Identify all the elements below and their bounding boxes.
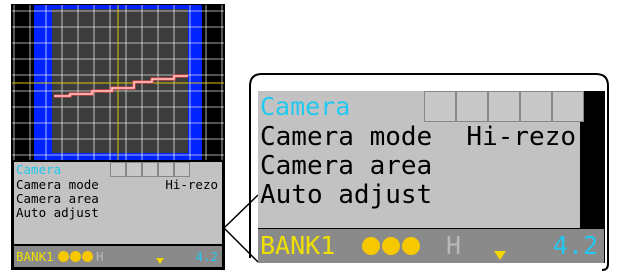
menu-item-label: Auto adjust [16, 205, 99, 220]
menu-item-label: Camera mode [260, 122, 433, 152]
menu-item-value: Hi-rezo [165, 177, 218, 192]
menu-item-label: Auto adjust [260, 180, 433, 210]
bank-label: BANK1 [16, 249, 54, 264]
tab-boxes [424, 91, 584, 122]
version-number: 4.2 [552, 231, 598, 260]
indicator-dots [58, 251, 94, 262]
menu-item-camera-area[interactable]: Camera area [258, 152, 580, 181]
menu-item-camera-area[interactable]: Camera area [14, 192, 222, 206]
h-mark: H [446, 231, 462, 260]
device-screen: Camera Camera mode Hi-rezo Camera area A… [11, 4, 225, 270]
menu-title-small: Camera [14, 162, 222, 178]
camera-image [52, 9, 188, 153]
down-arrow-icon [156, 258, 164, 264]
menu-item-value: Hi-rezo [466, 122, 576, 152]
camera-view [12, 5, 224, 160]
menu-item-label: Camera area [16, 191, 99, 206]
menu-panel-large: Camera Camera mode Hi-rezo Camera area A… [258, 91, 584, 228]
status-bar-small: BANK1 H 4.2 [14, 246, 222, 267]
menu-title-large: Camera [258, 91, 584, 123]
menu-panel-small: Camera Camera mode Hi-rezo Camera area A… [14, 162, 222, 244]
menu-item-auto-adjust[interactable]: Auto adjust [258, 181, 580, 210]
menu-item-label: Camera area [260, 151, 433, 181]
menu-title-text: Camera [16, 162, 62, 177]
menu-item-label: Camera mode [16, 177, 99, 192]
h-mark: H [96, 249, 104, 264]
menu-title-text: Camera [260, 92, 351, 121]
down-arrow-icon [494, 251, 506, 260]
version-number: 4.2 [195, 249, 218, 264]
bank-label: BANK1 [260, 231, 336, 260]
menu-item-camera-mode[interactable]: Camera mode Hi-rezo [14, 178, 222, 192]
menu-item-auto-adjust[interactable]: Auto adjust [14, 206, 222, 220]
status-bar-large: BANK1 H 4.2 [258, 229, 604, 263]
indicator-dots [362, 237, 422, 255]
menu-item-camera-mode[interactable]: Camera mode Hi-rezo [258, 123, 580, 152]
tab-boxes [110, 162, 190, 177]
zoomed-menu: Camera Camera mode Hi-rezo Camera area A… [258, 91, 605, 263]
